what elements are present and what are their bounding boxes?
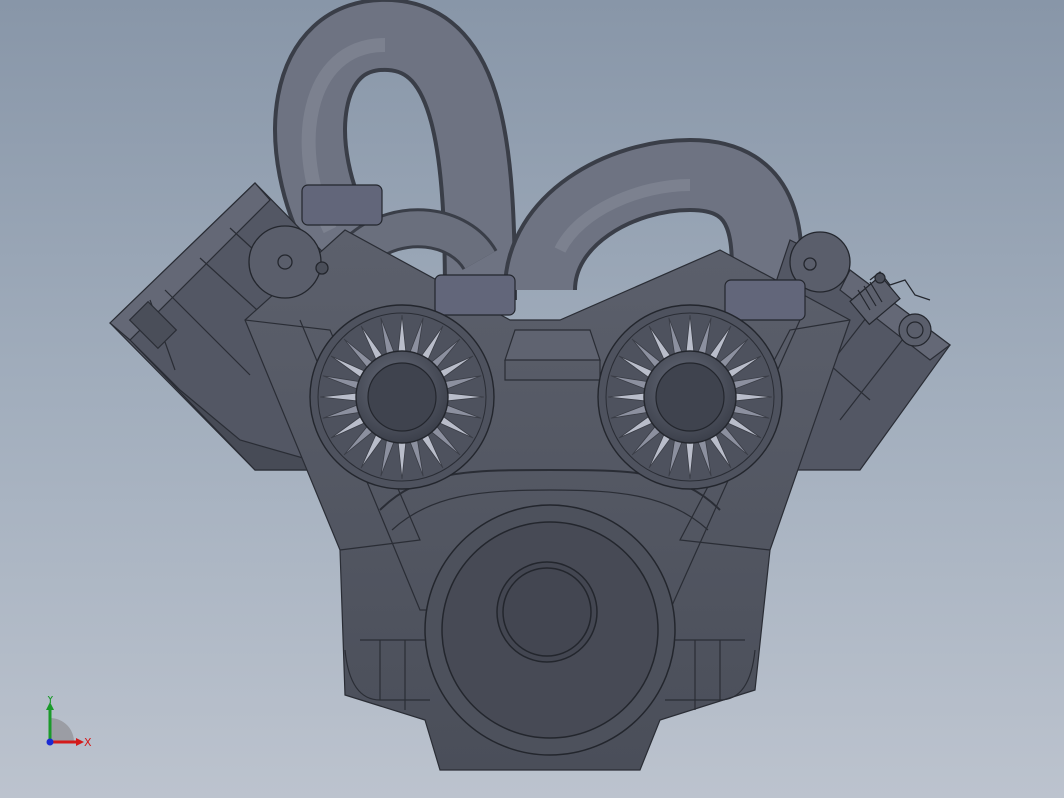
x-axis-label: X: [84, 736, 92, 749]
cad-graphics-viewport[interactable]: Y X: [0, 0, 1064, 798]
engine-3d-model[interactable]: [0, 0, 1064, 798]
fan-pulley-left: [309, 304, 495, 490]
x-axis-arrowhead: [76, 738, 84, 746]
orientation-triad[interactable]: Y X: [36, 693, 106, 756]
triad-plane: [50, 718, 74, 742]
crank-cover: [424, 504, 676, 756]
fan-pulley-right: [597, 304, 783, 490]
z-axis-dot: [46, 738, 54, 746]
y-axis-label: Y: [46, 696, 54, 706]
